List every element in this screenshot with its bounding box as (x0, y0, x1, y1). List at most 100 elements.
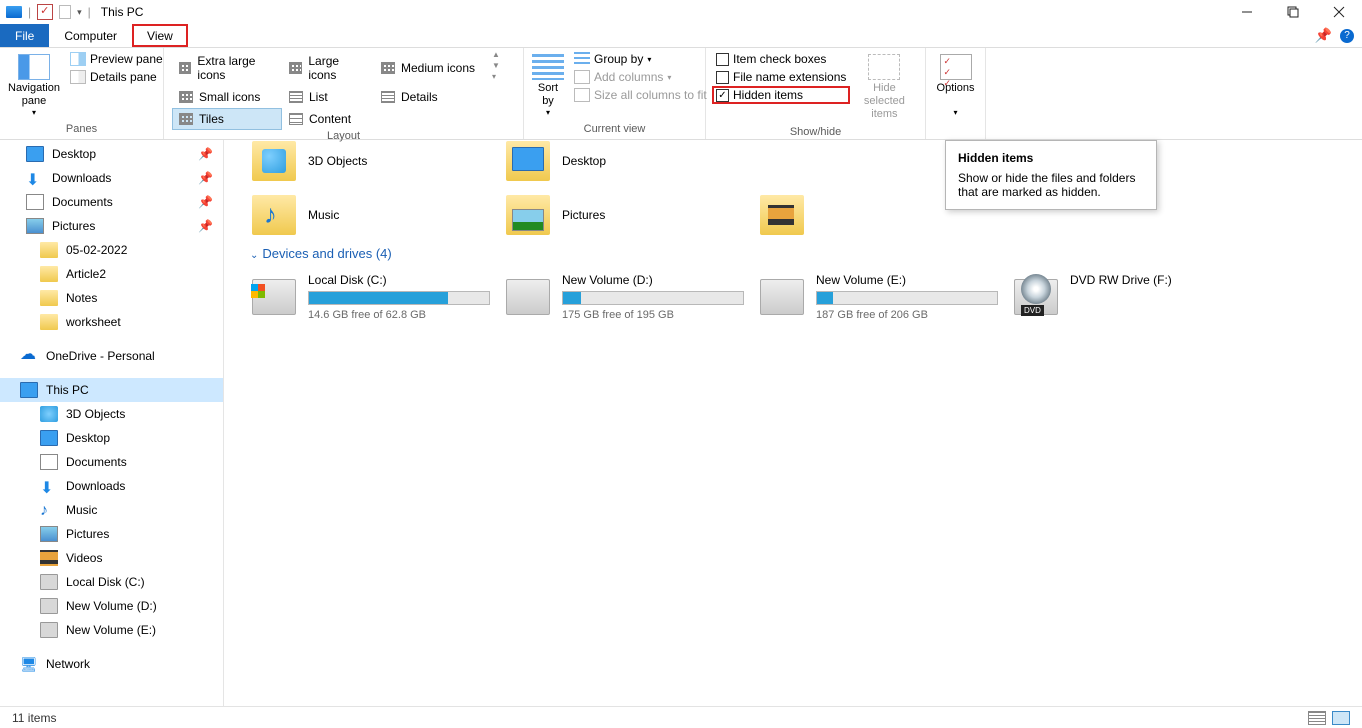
tree-this-pc[interactable]: This PC (0, 378, 223, 402)
options-button[interactable]: ✓✓✓ Options▾ (932, 50, 979, 122)
layout-extra-large[interactable]: Extra large icons (172, 50, 282, 86)
help-button[interactable]: ? (1340, 29, 1354, 43)
tree-onedrive[interactable]: ☁OneDrive - Personal (0, 344, 223, 368)
drive-d[interactable]: New Volume (D:) 175 GB free of 195 GB (498, 269, 752, 325)
folder-icon (506, 141, 550, 181)
hidden-items-checkbox[interactable]: ✓Hidden items (712, 86, 850, 104)
file-name-extensions[interactable]: File name extensions (712, 68, 850, 86)
checkbox-icon (716, 71, 729, 84)
drive-f[interactable]: DVD RW Drive (F:) (1006, 269, 1260, 325)
folder-desktop[interactable]: Desktop (498, 134, 752, 188)
details-view-button[interactable] (1308, 711, 1326, 725)
layout-scroll-up[interactable]: ▲ (492, 50, 500, 59)
tree-folder[interactable]: worksheet (0, 310, 223, 334)
layout-small[interactable]: Small icons (172, 86, 282, 108)
qat-doc-icon[interactable] (59, 5, 71, 19)
tree-documents[interactable]: Documents📌 (0, 190, 223, 214)
folder-icon (506, 195, 550, 235)
item-check-boxes[interactable]: Item check boxes (712, 50, 850, 68)
tree-downloads2[interactable]: ⬇Downloads (0, 474, 223, 498)
status-bar: 11 items (0, 706, 1362, 728)
layout-medium[interactable]: Medium icons (374, 50, 486, 86)
tree-folder[interactable]: Article2 (0, 262, 223, 286)
tree-pictures[interactable]: Pictures📌 (0, 214, 223, 238)
drive-icon (760, 279, 804, 315)
tree-downloads[interactable]: ⬇Downloads📌 (0, 166, 223, 190)
sort-by-button[interactable]: Sort by▾ (530, 50, 566, 122)
video-icon (40, 550, 58, 566)
pin-icon: 📌 (198, 195, 213, 209)
folder-icon (252, 195, 296, 235)
details-pane-button[interactable]: Details pane (66, 68, 167, 86)
tree-desktop2[interactable]: Desktop (0, 426, 223, 450)
tree-network[interactable]: 🖥Network (0, 652, 223, 676)
checkbox-icon (716, 53, 729, 66)
navigation-pane-button[interactable]: Navigation pane▾ (6, 50, 62, 122)
layout-content[interactable]: Content (282, 108, 374, 130)
layout-icon (289, 113, 303, 125)
layout-list[interactable]: List (282, 86, 374, 108)
folder-icon (760, 195, 804, 235)
layout-icon (179, 91, 193, 103)
close-button[interactable] (1316, 0, 1362, 24)
pictures-icon (26, 218, 44, 234)
folder-icon (252, 141, 296, 181)
tab-view[interactable]: View (132, 24, 188, 47)
tab-computer[interactable]: Computer (49, 24, 132, 47)
layout-tiles[interactable]: Tiles (172, 108, 282, 130)
cloud-icon: ☁ (20, 348, 38, 364)
ribbon: Navigation pane▾ Preview pane Details pa… (0, 48, 1362, 140)
tree-3d-objects[interactable]: 3D Objects (0, 402, 223, 426)
folder-3d-objects[interactable]: 3D Objects (244, 134, 498, 188)
storage-bar (562, 291, 744, 305)
folder-icon (40, 314, 58, 330)
size-columns-button[interactable]: Size all columns to fit (570, 86, 711, 104)
tree-desktop[interactable]: Desktop📌 (0, 142, 223, 166)
maximize-button[interactable] (1270, 0, 1316, 24)
tree-documents2[interactable]: Documents (0, 450, 223, 474)
tiles-view-button[interactable] (1332, 711, 1350, 725)
network-icon: 🖥 (20, 656, 38, 672)
qat-checkbox-icon[interactable] (37, 4, 53, 20)
preview-pane-icon (70, 52, 86, 66)
tree-folder[interactable]: 05-02-2022 (0, 238, 223, 262)
layout-icon (381, 62, 395, 74)
storage-bar (816, 291, 998, 305)
tree-pictures2[interactable]: Pictures (0, 522, 223, 546)
add-columns-button[interactable]: Add columns ▾ (570, 68, 711, 86)
qat-dropdown-icon[interactable]: ▾ (77, 7, 82, 18)
pin-ribbon-icon[interactable]: 📌 (1315, 27, 1332, 44)
tree-drive-e[interactable]: New Volume (E:) (0, 618, 223, 642)
devices-header[interactable]: ⌄Devices and drives (4) (244, 242, 1362, 269)
tree-folder[interactable]: Notes (0, 286, 223, 310)
preview-pane-button[interactable]: Preview pane (66, 50, 167, 68)
folder-music[interactable]: Music (244, 188, 498, 242)
drive-c[interactable]: Local Disk (C:) 14.6 GB free of 62.8 GB (244, 269, 498, 325)
drive-e[interactable]: New Volume (E:) 187 GB free of 206 GB (752, 269, 1006, 325)
folder-icon (40, 242, 58, 258)
group-by-button[interactable]: Group by ▾ (570, 50, 711, 68)
music-icon: ♪ (40, 502, 58, 518)
group-icon (574, 52, 590, 66)
tab-file[interactable]: File (0, 24, 49, 47)
hide-selected-button[interactable]: Hide selected items (854, 50, 914, 126)
tree-drive-c[interactable]: Local Disk (C:) (0, 570, 223, 594)
content-area: Desktop📌 ⬇Downloads📌 Documents📌 Pictures… (0, 140, 1362, 726)
dvd-drive-icon (1014, 279, 1058, 315)
layout-expand[interactable]: ▾ (492, 72, 500, 81)
navigation-tree[interactable]: Desktop📌 ⬇Downloads📌 Documents📌 Pictures… (0, 140, 224, 726)
download-icon: ⬇ (26, 170, 44, 186)
ribbon-tabs: File Computer View 📌 ? (0, 24, 1362, 48)
document-icon (40, 454, 58, 470)
folder-pictures[interactable]: Pictures (498, 188, 752, 242)
layout-large[interactable]: Large icons (282, 50, 374, 86)
minimize-button[interactable] (1224, 0, 1270, 24)
layout-details[interactable]: Details (374, 86, 486, 108)
main-pane[interactable]: 3D Objects Desktop Downloads Music Pictu… (224, 140, 1362, 726)
hide-selected-icon (868, 54, 900, 80)
tree-drive-d[interactable]: New Volume (D:) (0, 594, 223, 618)
layout-scroll-down[interactable]: ▼ (492, 61, 500, 70)
status-item-count: 11 items (12, 711, 56, 725)
tree-videos[interactable]: Videos (0, 546, 223, 570)
tree-music[interactable]: ♪Music (0, 498, 223, 522)
